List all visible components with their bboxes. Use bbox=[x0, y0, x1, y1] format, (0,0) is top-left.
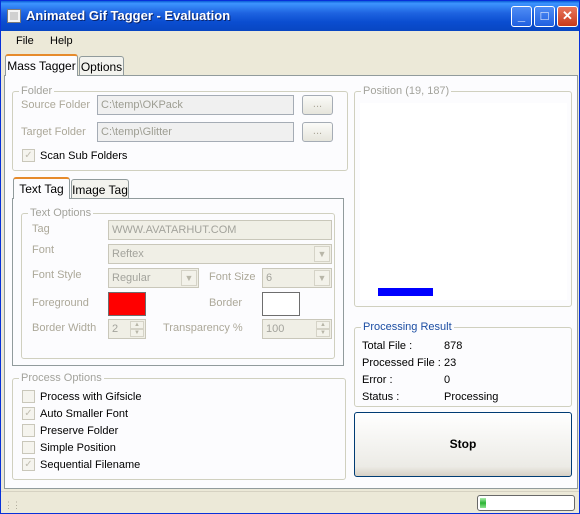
menu-bar: File Help bbox=[1, 31, 579, 53]
font-style-label: Font Style bbox=[32, 269, 82, 281]
close-button[interactable]: ✕ bbox=[557, 6, 578, 27]
foreground-color-swatch[interactable] bbox=[108, 292, 146, 316]
font-label: Font bbox=[32, 244, 55, 256]
font-style-value: Regular bbox=[112, 272, 151, 284]
border-width-value: 2 bbox=[112, 323, 119, 335]
app-window: Animated Gif Tagger - Evaluation _ □ ✕ F… bbox=[0, 0, 580, 514]
process-options-legend: Process Options bbox=[19, 372, 104, 384]
status-bar: ⋮⋮ bbox=[1, 491, 579, 513]
font-select-value: Reftex bbox=[112, 248, 144, 260]
progress-bar bbox=[477, 495, 575, 511]
chevron-down-icon: ▼ bbox=[181, 270, 197, 286]
font-select[interactable]: Reftex ▼ bbox=[108, 244, 332, 264]
window-title: Animated Gif Tagger - Evaluation bbox=[26, 8, 231, 23]
process-option-label: Preserve Folder bbox=[40, 425, 119, 437]
text-tag-panel: Text Options Tag WWW.AVATARHUT.COM Font … bbox=[12, 198, 344, 366]
folder-legend: Folder bbox=[19, 85, 55, 97]
checkmark-icon: ✓ bbox=[24, 150, 33, 161]
border-width-stepper[interactable]: 2 ▲ ▼ bbox=[108, 319, 146, 339]
tag-input[interactable]: WWW.AVATARHUT.COM bbox=[108, 220, 332, 240]
text-options-legend: Text Options bbox=[28, 207, 94, 219]
font-size-value: 6 bbox=[266, 272, 273, 284]
foreground-label: Foreground bbox=[32, 297, 89, 309]
process-option-checkbox[interactable] bbox=[22, 441, 35, 454]
process-option-checkbox[interactable]: ✓ bbox=[22, 407, 35, 420]
target-folder-input[interactable]: C:\temp\Glitter bbox=[97, 122, 294, 142]
border-label: Border bbox=[209, 297, 243, 309]
processed-file-value: 23 bbox=[444, 357, 457, 369]
grip-icon: ⋮⋮ bbox=[4, 500, 21, 510]
app-icon bbox=[7, 9, 21, 23]
processed-file-label: Processed File : bbox=[362, 357, 441, 369]
checkmark-icon: ✓ bbox=[24, 408, 33, 419]
minimize-icon: _ bbox=[517, 8, 526, 23]
tab-text-tag[interactable]: Text Tag bbox=[13, 177, 70, 199]
tab-image-tag[interactable]: Image Tag bbox=[71, 179, 129, 199]
source-folder-label: Source Folder bbox=[21, 99, 91, 111]
menu-help[interactable]: Help bbox=[50, 35, 73, 47]
target-browse-button[interactable]: ... bbox=[302, 122, 333, 142]
error-value: 0 bbox=[444, 374, 451, 386]
process-option-checkbox[interactable]: ✓ bbox=[22, 458, 35, 471]
spin-down-icon[interactable]: ▼ bbox=[130, 329, 144, 337]
chevron-down-icon: ▼ bbox=[314, 246, 330, 262]
total-file-value: 878 bbox=[444, 340, 463, 352]
transparency-stepper[interactable]: 100 ▲ ▼ bbox=[262, 319, 332, 339]
font-size-label: Font Size bbox=[209, 271, 256, 283]
spin-up-icon[interactable]: ▲ bbox=[130, 321, 144, 329]
status-label: Status : bbox=[362, 391, 400, 403]
menu-file[interactable]: File bbox=[16, 35, 34, 47]
status-value: Processing bbox=[444, 391, 499, 403]
transparency-label: Transparency % bbox=[163, 322, 243, 334]
process-option-label: Process with Gifsicle bbox=[40, 391, 142, 403]
spin-down-icon[interactable]: ▼ bbox=[316, 329, 330, 337]
close-icon: ✕ bbox=[562, 8, 573, 23]
tab-options[interactable]: Options bbox=[79, 56, 124, 76]
chevron-down-icon: ▼ bbox=[314, 270, 330, 286]
process-option-label: Auto Smaller Font bbox=[40, 408, 129, 420]
target-folder-label: Target Folder bbox=[21, 126, 86, 138]
process-option-checkbox[interactable] bbox=[22, 424, 35, 437]
source-folder-input[interactable]: C:\temp\OKPack bbox=[97, 95, 294, 115]
maximize-button[interactable]: □ bbox=[534, 6, 555, 27]
scan-sub-folders-label: Scan Sub Folders bbox=[40, 150, 128, 162]
source-browse-button[interactable]: ... bbox=[302, 95, 333, 115]
position-preview[interactable] bbox=[360, 103, 567, 300]
process-option-checkbox[interactable] bbox=[22, 390, 35, 403]
title-bar[interactable]: Animated Gif Tagger - Evaluation _ □ ✕ bbox=[1, 1, 579, 31]
process-option-label: Sequential Filename bbox=[40, 459, 141, 471]
transparency-value: 100 bbox=[266, 323, 285, 335]
tag-position-marker[interactable] bbox=[378, 288, 433, 296]
tag-label: Tag bbox=[32, 223, 50, 235]
position-legend: Position (19, 187) bbox=[361, 85, 452, 97]
border-color-swatch[interactable] bbox=[262, 292, 300, 316]
scan-sub-folders-checkbox[interactable]: ✓ bbox=[22, 149, 35, 162]
font-style-select[interactable]: Regular ▼ bbox=[108, 268, 199, 288]
progress-fill bbox=[480, 498, 486, 508]
error-label: Error : bbox=[362, 374, 393, 386]
total-file-label: Total File : bbox=[362, 340, 413, 352]
mass-tagger-panel: Folder Source Folder C:\temp\OKPack ... … bbox=[4, 75, 578, 489]
tab-mass-tagger[interactable]: Mass Tagger bbox=[5, 54, 78, 76]
checkmark-icon: ✓ bbox=[24, 459, 33, 470]
process-option-label: Simple Position bbox=[40, 442, 116, 454]
processing-result-legend: Processing Result bbox=[361, 321, 454, 333]
border-width-label: Border Width bbox=[32, 322, 97, 334]
spin-up-icon[interactable]: ▲ bbox=[316, 321, 330, 329]
font-size-select[interactable]: 6 ▼ bbox=[262, 268, 332, 288]
minimize-button[interactable]: _ bbox=[511, 6, 532, 27]
stop-button[interactable]: Stop bbox=[354, 412, 572, 477]
maximize-icon: □ bbox=[540, 8, 549, 23]
